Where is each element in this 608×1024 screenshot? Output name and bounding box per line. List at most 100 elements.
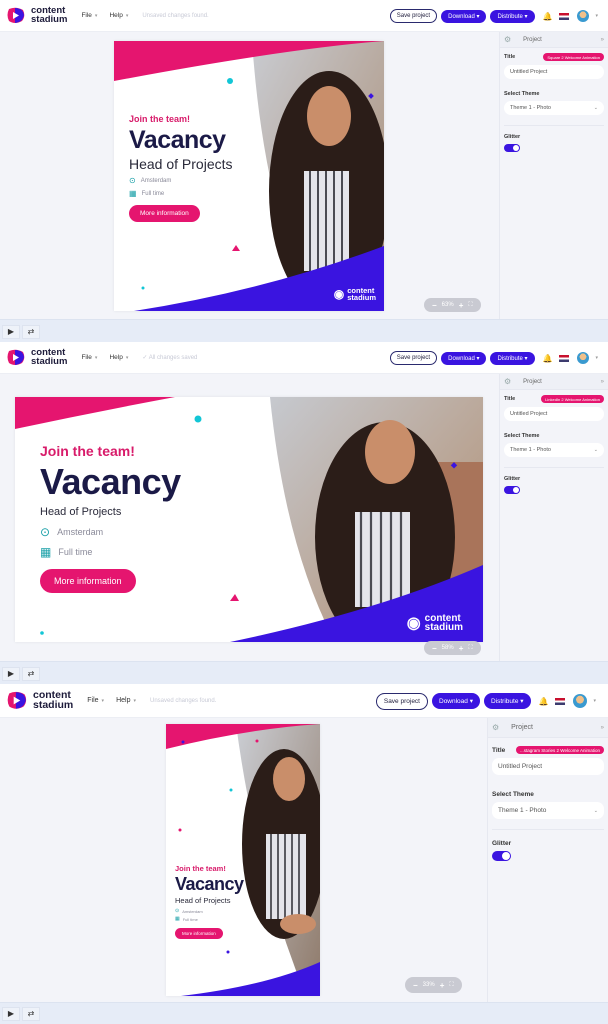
chevron-down-icon[interactable]: ▾ [595,13,598,19]
collapse-panel-icon[interactable]: » [601,37,604,43]
glitter-label: Glitter [504,476,521,482]
ad-role: Head of Projects [175,896,231,905]
language-flag-icon[interactable] [555,697,566,705]
location-pin-icon: ⊙ [175,908,180,914]
editor-frame-square: content stadium File ▾ Help ▾ Unsaved chang… [0,0,608,342]
ad-canvas[interactable]: Join the team! Vacancy Head of Projects … [15,397,483,642]
play-button[interactable]: ▶ [2,324,20,339]
gear-icon[interactable]: ⚙ [504,377,511,386]
zoom-in-button[interactable]: + [440,981,445,990]
fit-screen-icon[interactable]: ⛶ [468,645,472,652]
menu-help-label: Help [109,354,123,361]
language-flag-icon[interactable] [559,12,570,20]
menu-help[interactable]: Help ▾ [109,354,128,361]
select-theme-label: Select Theme [492,791,534,798]
ad-canvas[interactable]: Join the team! Vacancy Head of Projects … [114,41,384,311]
ad-employment-type: Full time [58,547,93,557]
title-input[interactable]: Untitled Project [492,758,604,775]
save-project-button[interactable]: Save project [389,351,438,365]
glitter-toggle[interactable] [504,486,520,494]
loop-button[interactable]: ⇄ [22,1006,40,1021]
download-button[interactable]: Download ▾ [441,9,487,23]
avatar[interactable] [577,352,590,364]
location-pin-icon: ⊙ [40,525,51,539]
language-flag-icon[interactable] [559,354,570,362]
panel-title: Project [523,36,542,43]
title-input[interactable]: Untitled Project [504,407,604,421]
bell-icon[interactable]: 🔔 [543,12,553,21]
title-label: Title [504,54,516,60]
ad-join-text: Join the team! [40,443,135,459]
theme-select[interactable]: Theme 1 - Photo ⌄ [492,802,604,819]
divider [504,125,604,126]
menu-file[interactable]: File ▾ [81,354,97,361]
collapse-panel-icon[interactable]: » [601,725,604,731]
menu-help[interactable]: Help ▾ [116,697,136,704]
download-button[interactable]: Download ▾ [432,693,480,709]
fit-screen-icon[interactable]: ⛶ [468,302,472,309]
properties-panel: ⚙ Project » Title LinkedIn 2 Welcome Animat… [499,374,608,661]
more-information-button[interactable]: More information [175,928,223,939]
menu-file[interactable]: File ▾ [81,12,97,19]
title-input[interactable]: Untitled Project [504,65,604,79]
collapse-panel-icon[interactable]: » [601,379,604,385]
zoom-out-button[interactable]: − [432,301,437,310]
logo-icon [6,349,26,366]
more-information-button[interactable]: More information [129,205,200,222]
bell-icon[interactable]: 🔔 [543,354,553,363]
bell-icon[interactable]: 🔔 [539,697,549,706]
avatar[interactable] [577,10,590,22]
loop-button[interactable]: ⇄ [22,666,40,681]
distribute-button[interactable]: Distribute ▾ [490,9,535,23]
download-button[interactable]: Download ▾ [441,351,487,365]
more-information-button[interactable]: More information [40,569,136,593]
top-bar: content stadium File ▾ Help ▾ Unsaved chang… [0,0,608,32]
logo-line2: stadium [33,698,74,711]
ad-brand-logo: ◉ content stadium [407,614,463,633]
menu-help[interactable]: Help ▾ [109,12,128,19]
divider [492,829,604,830]
logo[interactable]: content stadium [6,690,74,711]
save-project-button[interactable]: Save project [389,9,438,23]
ad-vacancy-title: Vacancy [175,874,244,894]
theme-select[interactable]: Theme 1 - Photo ⌄ [504,443,604,457]
loop-button[interactable]: ⇄ [22,324,40,339]
glitter-toggle[interactable] [492,851,511,861]
menu-help-label: Help [109,12,123,19]
distribute-button[interactable]: Distribute ▾ [490,351,535,365]
theme-select[interactable]: Theme 1 - Photo ⌄ [504,101,604,115]
gear-icon[interactable]: ⚙ [504,35,511,44]
ad-canvas[interactable]: Join the team! Vacancy Head of Projects … [166,724,320,996]
play-button[interactable]: ▶ [2,666,20,681]
glitter-label: Glitter [504,134,521,140]
timeline-bar: ▶ ⇄ [0,1002,608,1024]
zoom-in-button[interactable]: + [459,644,464,653]
logo[interactable]: content stadium [6,348,67,366]
location-pin-icon: ⊙ [129,176,136,185]
play-button[interactable]: ▶ [2,1006,20,1021]
theme-select-value: Theme 1 - Photo [510,105,551,111]
glitter-toggle[interactable] [504,144,520,152]
zoom-out-button[interactable]: − [432,644,437,653]
calendar-icon: ▦ [175,916,180,922]
ad-background-shapes [166,724,320,996]
menu-file[interactable]: File ▾ [87,697,104,704]
avatar[interactable] [573,694,588,708]
logo[interactable]: content stadium [6,6,67,24]
fit-screen-icon[interactable]: ⛶ [449,982,453,989]
chevron-down-icon[interactable]: ▾ [593,698,596,704]
gear-icon[interactable]: ⚙ [492,723,499,732]
ad-employment-type: Full time [141,190,165,197]
zoom-in-button[interactable]: + [459,301,464,310]
chevron-down-icon: ▾ [125,354,129,361]
panel-title: Project [523,378,542,385]
save-project-button[interactable]: Save project [375,692,428,710]
zoom-level: 63% [441,302,454,308]
zoom-out-button[interactable]: − [413,981,418,990]
ad-brand-logo: ◉ content stadium [334,287,376,302]
chevron-down-icon: ⌄ [593,807,598,814]
chevron-down-icon: ⌄ [593,447,598,453]
chevron-down-icon[interactable]: ▾ [595,355,598,361]
save-status: Unsaved changes found. [149,697,217,704]
distribute-button[interactable]: Distribute ▾ [483,693,531,709]
